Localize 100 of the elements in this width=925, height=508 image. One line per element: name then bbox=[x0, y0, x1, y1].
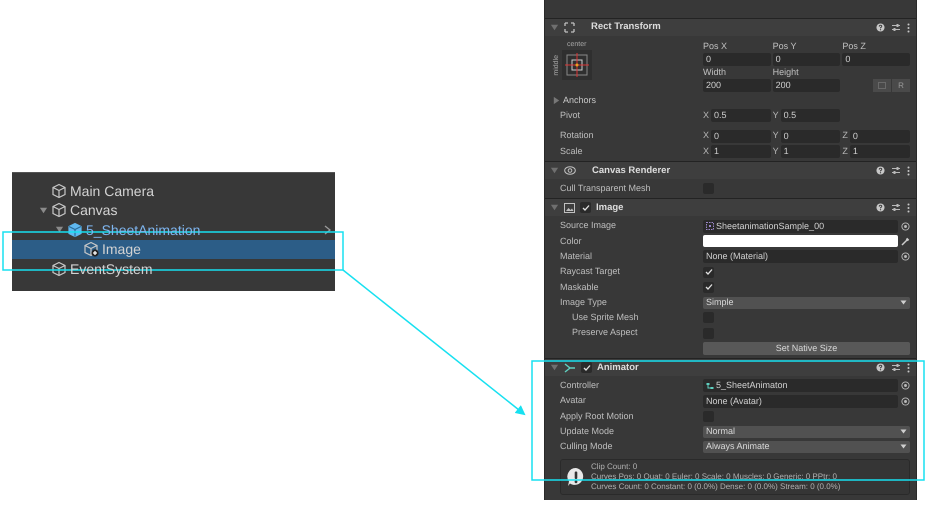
axis-label: X bbox=[703, 129, 710, 142]
object-field[interactable]: None (Avatar) bbox=[703, 394, 898, 408]
axis-label: Y bbox=[772, 144, 779, 158]
axis-label: X bbox=[703, 144, 710, 158]
property-label: Apply Root Motion bbox=[560, 410, 635, 423]
more-menu-icon[interactable] bbox=[907, 202, 910, 213]
dropdown[interactable]: Always Animate bbox=[703, 440, 910, 453]
more-menu-icon[interactable] bbox=[907, 166, 910, 176]
animator-icon bbox=[564, 362, 576, 373]
property-label: Color bbox=[560, 234, 583, 248]
property-label: Cull Transparent Mesh bbox=[560, 182, 652, 196]
axis-label: X bbox=[703, 109, 710, 122]
hierarchy-item-label: Canvas bbox=[70, 203, 118, 218]
eyedropper-icon[interactable] bbox=[901, 236, 910, 246]
hierarchy-item-label: Image bbox=[102, 242, 141, 256]
set-native-size-button[interactable]: Set Native Size bbox=[703, 342, 910, 355]
cube-icon bbox=[51, 202, 67, 218]
component-header[interactable]: Image bbox=[545, 198, 916, 216]
caret-icon bbox=[900, 444, 907, 450]
hierarchy-item-label: Main Camera bbox=[70, 184, 154, 198]
object-field[interactable]: None (Material) bbox=[703, 250, 898, 264]
component-header[interactable]: Canvas Renderer bbox=[545, 161, 916, 180]
property-label: Pivot bbox=[560, 109, 582, 122]
text-field[interactable]: 200 bbox=[703, 79, 771, 92]
text-field[interactable]: 0 bbox=[703, 53, 771, 66]
foldout-arrow-icon[interactable] bbox=[552, 96, 561, 106]
text-field[interactable]: 0.5 bbox=[780, 109, 840, 122]
preset-sliders-icon[interactable] bbox=[891, 23, 901, 32]
property-label: Scale bbox=[560, 144, 584, 158]
cube-icon bbox=[83, 241, 99, 258]
enable-checkbox[interactable] bbox=[580, 202, 591, 214]
checkbox[interactable] bbox=[703, 266, 714, 278]
axis-label: Z bbox=[842, 129, 848, 142]
property-label: Material bbox=[560, 250, 594, 263]
dropdown[interactable]: Simple bbox=[703, 296, 910, 309]
hierarchy-item[interactable]: Canvas bbox=[12, 200, 335, 220]
more-menu-icon[interactable] bbox=[907, 22, 910, 32]
object-field[interactable]: SheetanimationSample_00 bbox=[703, 220, 898, 233]
info-text: Curves Count: 0 Constant: 0 (0.0%) Dense: 0 (0.0%) Stream: 0 (0.0%) bbox=[591, 482, 840, 492]
property-label: Source Image bbox=[560, 219, 618, 232]
text-field[interactable]: 0 bbox=[842, 53, 910, 66]
caret-icon bbox=[900, 429, 907, 434]
preset-sliders-icon[interactable] bbox=[891, 363, 901, 372]
help-icon[interactable] bbox=[876, 166, 885, 176]
preset-sliders-icon[interactable] bbox=[891, 203, 901, 212]
text-field[interactable]: 1 bbox=[850, 145, 910, 158]
axis-label: Y bbox=[772, 129, 779, 142]
enable-checkbox[interactable] bbox=[581, 362, 592, 374]
component-title: Rect Transform bbox=[591, 20, 661, 34]
property-label: Use Sprite Mesh bbox=[571, 311, 640, 324]
property-label: Avatar bbox=[560, 394, 587, 408]
text-field[interactable]: 200 bbox=[772, 79, 840, 92]
text-field[interactable]: 0 bbox=[711, 130, 771, 143]
anchor-preset-icon[interactable] bbox=[562, 50, 592, 80]
hierarchy-item[interactable]: Image bbox=[12, 240, 335, 259]
eye-icon bbox=[564, 166, 576, 176]
expand-arrow-icon[interactable] bbox=[38, 206, 48, 215]
controller-asset-icon bbox=[706, 382, 714, 390]
component-header[interactable]: Rect Transform bbox=[545, 18, 916, 36]
axis-label: Z bbox=[842, 144, 848, 158]
axis-label: Y bbox=[772, 109, 779, 122]
property-label: Culling Mode bbox=[560, 440, 614, 454]
foldout-label[interactable]: Anchors bbox=[563, 94, 596, 108]
text-field[interactable]: 1 bbox=[711, 145, 771, 158]
cube-icon bbox=[51, 260, 67, 277]
property-label: Raycast Target bbox=[560, 265, 621, 278]
dotted-square-icon bbox=[878, 82, 886, 89]
object-picker-icon[interactable] bbox=[901, 252, 910, 262]
property-label: Controller bbox=[560, 379, 600, 392]
sprite-asset-icon bbox=[706, 222, 714, 230]
property-label: Preserve Aspect bbox=[571, 326, 639, 340]
property-label: Image Type bbox=[560, 296, 608, 309]
more-menu-icon[interactable] bbox=[907, 362, 910, 373]
chevron-right-icon[interactable] bbox=[324, 224, 331, 235]
hierarchy-item[interactable]: Main Camera bbox=[12, 181, 335, 200]
expand-arrow-icon[interactable] bbox=[54, 225, 64, 234]
image-icon bbox=[564, 202, 575, 213]
text-field[interactable]: 0 bbox=[780, 130, 840, 143]
text-field[interactable]: 0 bbox=[850, 130, 910, 143]
info-text: Clip Count: 0 bbox=[591, 462, 638, 472]
help-icon[interactable] bbox=[876, 363, 885, 372]
text-field[interactable]: 1 bbox=[780, 145, 840, 158]
object-field[interactable]: 5_SheetAnimaton bbox=[703, 379, 898, 392]
text-field[interactable]: 0.5 bbox=[711, 109, 771, 122]
component-title: Image bbox=[596, 200, 624, 215]
help-icon[interactable] bbox=[876, 23, 885, 32]
component-header[interactable]: Animator bbox=[545, 358, 916, 376]
object-picker-icon[interactable] bbox=[901, 222, 910, 231]
color-swatch[interactable] bbox=[703, 235, 898, 248]
help-icon[interactable] bbox=[876, 203, 885, 212]
text-field[interactable]: 0 bbox=[772, 53, 840, 66]
prefab-cube-icon bbox=[67, 222, 83, 238]
blueprint-mode-button[interactable] bbox=[872, 79, 891, 92]
cube-icon bbox=[51, 182, 67, 199]
checkbox[interactable] bbox=[703, 282, 714, 293]
rect-transform-icon bbox=[564, 22, 575, 33]
property-label: Maskable bbox=[560, 280, 600, 294]
dropdown[interactable]: Normal bbox=[703, 426, 910, 438]
property-label: Rotation bbox=[560, 129, 595, 142]
preset-sliders-icon[interactable] bbox=[891, 166, 901, 176]
